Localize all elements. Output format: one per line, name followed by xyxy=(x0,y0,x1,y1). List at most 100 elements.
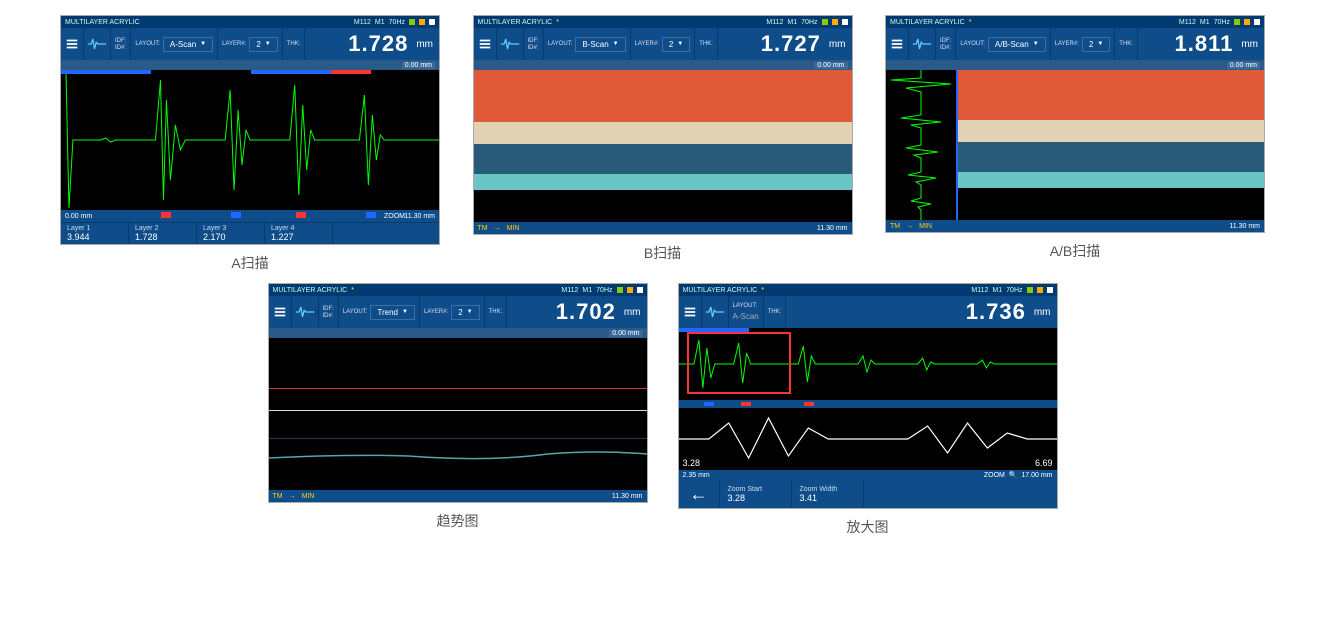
ruler-mark-red xyxy=(161,212,171,218)
abscan-b-area xyxy=(958,70,1264,220)
status-hz: 70Hz xyxy=(389,19,405,26)
layer-cell[interactable]: Layer 41.227 xyxy=(265,223,333,244)
caption-abscan: A/B扫描 xyxy=(1050,241,1101,261)
toolbar: IDF:ID#: LAYOUT:A/B-Scan▼ LAYER#:2▼ THK:… xyxy=(886,28,1264,60)
status-m1: M1 xyxy=(375,19,385,26)
device-zoom: MULTILAYER ACRYLIC* M112M170Hz LAYOUT: A… xyxy=(678,283,1058,509)
titlebar: MULTILAYER ACRYLIC* M112 M1 70Hz xyxy=(474,16,852,28)
abscan-a-strip xyxy=(886,70,958,220)
titlebar: MULTILAYER ACRYLIC M112 M1 70Hz xyxy=(61,16,439,28)
zoom-detail-area[interactable]: 3.28 6.69 xyxy=(679,408,1057,470)
layout-field[interactable]: LAYOUT:Trend▼ xyxy=(339,296,420,328)
caption-zoom: 放大图 xyxy=(847,517,889,537)
device-trend: MULTILAYER ACRYLIC* M112M170Hz IDF:ID#: … xyxy=(268,283,648,503)
wave-icon[interactable] xyxy=(292,296,319,328)
thickness-value: 1.727 xyxy=(761,31,821,57)
layer-field[interactable]: LAYER#:2▼ xyxy=(1051,28,1116,60)
titlebar: MULTILAYER ACRYLIC* M112M170Hz xyxy=(269,284,647,296)
layers-row: Layer 13.944 Layer 21.728 Layer 32.170 L… xyxy=(61,222,439,244)
layer-cell[interactable]: Layer 32.170 xyxy=(197,223,265,244)
device-abscan: MULTILAYER ACRYLIC* M112M170Hz IDF:ID#: … xyxy=(885,15,1265,233)
toolbar: IDF:ID#: LAYOUT:Trend▼ LAYER#:2▼ THK: 1.… xyxy=(269,296,647,328)
menu-button[interactable] xyxy=(474,28,497,60)
sd-icon xyxy=(832,19,838,25)
layer-field[interactable]: LAYER#:2▼ xyxy=(420,296,485,328)
layout-field[interactable]: LAYOUT: A-Scan xyxy=(729,296,764,328)
device-ascan: MULTILAYER ACRYLIC M112 M1 70Hz xyxy=(60,15,440,245)
titlebar: MULTILAYER ACRYLIC* M112M170Hz xyxy=(679,284,1057,296)
toolbar: LAYOUT: A-Scan THK: 1.736mm xyxy=(679,296,1057,328)
layout-value: A-Scan xyxy=(170,40,196,49)
footer-bar: TM → MIN 11.30 mm xyxy=(474,222,852,234)
lock-icon xyxy=(1234,19,1240,25)
layout-field[interactable]: LAYOUT:B-Scan▼ xyxy=(544,28,631,60)
marker-blue xyxy=(251,70,331,74)
idf-field: IDF:ID#: xyxy=(524,28,544,60)
zoom-right-value: 6.69 xyxy=(1035,458,1053,468)
battery-icon xyxy=(637,287,643,293)
toolbar: IDF:ID#: LAYOUT:B-Scan▼ LAYER#:2▼ THK: 1… xyxy=(474,28,852,60)
menu-button[interactable] xyxy=(269,296,292,328)
stripe-layer-3 xyxy=(474,144,852,174)
ruler-mark-red xyxy=(296,212,306,218)
layout-field[interactable]: LAYOUT: A-Scan▼ xyxy=(131,28,218,60)
zoom-width-cell[interactable]: Zoom Width 3.41 xyxy=(792,480,864,508)
status-m: M112 xyxy=(354,19,371,26)
bscan-area[interactable] xyxy=(474,70,852,222)
sd-icon xyxy=(419,19,425,25)
ascan-waveform-area[interactable] xyxy=(61,70,439,210)
thickness-unit: mm xyxy=(416,39,433,50)
marker-red xyxy=(331,70,371,74)
back-button[interactable]: ← xyxy=(679,480,720,508)
toolbar: IDF: ID#: LAYOUT: A-Scan▼ LAYER#: 2▼ THK… xyxy=(61,28,439,60)
thickness-value: 1.736 xyxy=(966,299,1026,325)
app-title: MULTILAYER ACRYLIC xyxy=(65,19,140,26)
layer-cell[interactable]: Layer 13.944 xyxy=(61,223,129,244)
thickness-value: 1.811 xyxy=(1174,31,1233,57)
zoom-overview-area[interactable] xyxy=(679,328,1057,400)
layout-field[interactable]: LAYOUT:A/B-Scan▼ xyxy=(956,28,1050,60)
layer-field[interactable]: LAYER#: 2▼ xyxy=(218,28,283,60)
lock-icon xyxy=(617,287,623,293)
wave-icon[interactable] xyxy=(702,296,729,328)
wave-icon[interactable] xyxy=(84,28,111,60)
wave-icon[interactable] xyxy=(909,28,936,60)
lock-icon xyxy=(822,19,828,25)
abscan-area[interactable] xyxy=(886,70,1264,220)
battery-icon xyxy=(842,19,848,25)
footer-bar: TM→MIN 11.30 mm xyxy=(886,220,1264,232)
idf-field: IDF: ID#: xyxy=(111,28,131,60)
wave-icon[interactable] xyxy=(497,28,524,60)
layer-value: 2 xyxy=(256,40,260,49)
battery-icon xyxy=(1254,19,1260,25)
sd-icon xyxy=(1244,19,1250,25)
bottom-ruler: 0.00 mm ZOOM 11.30 mm xyxy=(61,210,439,222)
lock-icon xyxy=(1027,287,1033,293)
zoom-selection-rect[interactable] xyxy=(687,332,791,394)
sd-icon xyxy=(627,287,633,293)
trend-area[interactable] xyxy=(269,338,647,490)
layer-field[interactable]: LAYER#:2▼ xyxy=(631,28,696,60)
app-title: MULTILAYER ACRYLIC xyxy=(478,19,553,26)
layer-cell[interactable]: Layer 21.728 xyxy=(129,223,197,244)
battery-icon xyxy=(429,19,435,25)
battery-icon xyxy=(1047,287,1053,293)
ruler-mark-blue xyxy=(366,212,376,218)
lock-icon xyxy=(409,19,415,25)
stripe-layer-1 xyxy=(474,70,852,122)
menu-button[interactable] xyxy=(61,28,84,60)
thickness-value: 1.702 xyxy=(556,299,616,325)
zoom-start-cell[interactable]: Zoom Start 3.28 xyxy=(720,480,792,508)
zoom-ruler: 2.35 mm ZOOM 🔍 17.00 mm xyxy=(679,470,1057,480)
menu-button[interactable] xyxy=(679,296,702,328)
titlebar: MULTILAYER ACRYLIC* M112M170Hz xyxy=(886,16,1264,28)
device-bscan: MULTILAYER ACRYLIC* M112 M1 70Hz IDF:ID#… xyxy=(473,15,853,235)
caption-bscan: B扫描 xyxy=(644,243,681,263)
zoom-footer: ← Zoom Start 3.28 Zoom Width 3.41 xyxy=(679,480,1057,508)
menu-button[interactable] xyxy=(886,28,909,60)
caption-trend: 趋势图 xyxy=(437,511,479,531)
caption-ascan: A扫描 xyxy=(231,253,268,273)
stripe-layer-2 xyxy=(474,122,852,144)
thickness-value: 1.728 xyxy=(348,31,408,57)
footer-bar: TM→MIN 11.30 mm xyxy=(269,490,647,502)
